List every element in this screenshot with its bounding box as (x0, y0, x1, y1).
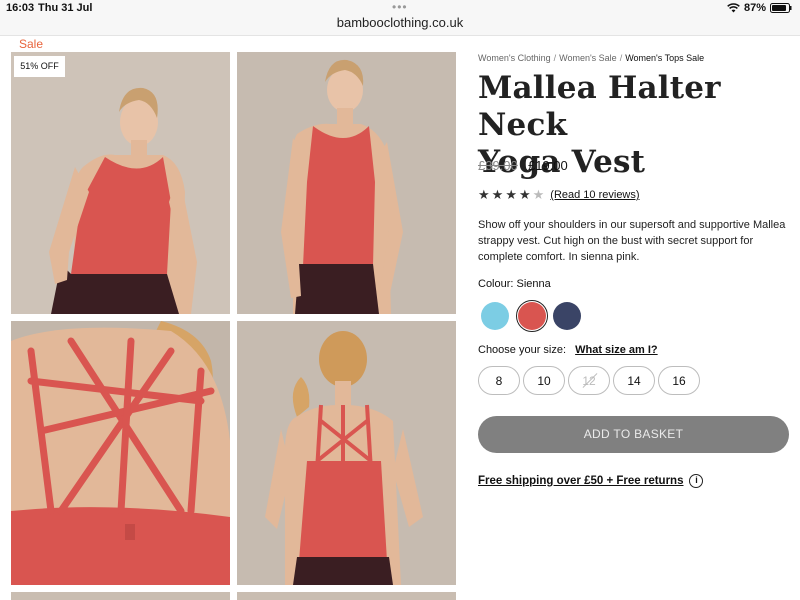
size-selection-label: Choose your size: What size am I? (478, 344, 658, 356)
product-photo-back-closeup[interactable] (11, 321, 230, 585)
read-reviews-link[interactable]: (Read 10 reviews) (550, 189, 639, 201)
star-icon: ★ (491, 187, 504, 202)
product-photo-back-standing[interactable] (237, 321, 456, 585)
product-photo-front-smiling[interactable] (11, 52, 230, 314)
colour-swatch-sienna[interactable] (518, 302, 546, 330)
star-icon: ★ (505, 187, 517, 202)
shipping-info: Free shipping over £50 + Free returns i (478, 474, 704, 488)
size-button-12-unavailable[interactable]: 12 (568, 366, 610, 395)
discount-badge: 51% OFF (14, 56, 65, 77)
size-button-14[interactable]: 14 (613, 366, 655, 395)
status-date: Thu 31 Jul (38, 2, 93, 14)
product-photo-front-standing[interactable] (237, 52, 456, 314)
add-to-basket-button[interactable]: ADD TO BASKET (478, 416, 789, 453)
star-icon: ★ (478, 187, 490, 202)
half-star-icon: ★ (532, 187, 545, 202)
shipping-returns-link[interactable]: Free shipping over £50 + Free returns (478, 475, 683, 487)
size-guide-link[interactable]: What size am I? (575, 344, 658, 356)
colour-swatch-navy[interactable] (553, 302, 581, 330)
read-reviews-label: (Read 10 reviews) (550, 189, 640, 201)
star-icon: ★ (518, 187, 531, 202)
address-bar-url[interactable]: bambooclothing.co.uk (0, 15, 800, 30)
product-title-line-1: Mallea Halter Neck (478, 70, 721, 143)
product-title: Mallea Halter Neck Yoga Vest (478, 70, 788, 181)
size-button-16[interactable]: 16 (658, 366, 700, 395)
status-indicators: 87% (727, 2, 792, 14)
more-options-icon[interactable]: ••• (392, 0, 408, 14)
rating: ★ ★ ★ ★ ★ (Read 10 reviews) (478, 188, 640, 202)
wifi-icon (727, 3, 740, 13)
size-label: Choose your size: (478, 344, 567, 356)
battery-icon (770, 3, 792, 13)
product-photo-5[interactable] (11, 592, 230, 600)
product-description: Show off your shoulders in our supersoft… (478, 219, 786, 263)
colour-value: Sienna (516, 278, 551, 290)
breadcrumb-separator: / (553, 53, 557, 63)
breadcrumb-womens-sale[interactable]: Women's Sale (559, 53, 617, 63)
sale-price: £19.00 (528, 158, 568, 173)
battery-percent: 87% (743, 2, 766, 14)
breadcrumb: Women's Clothing / Women's Sale / Women's To… (478, 53, 704, 63)
info-icon[interactable]: i (689, 474, 704, 488)
colour-swatch-sky-blue[interactable] (481, 302, 509, 330)
size-button-10[interactable]: 10 (523, 366, 565, 395)
colour-label: Colour: (478, 278, 514, 290)
original-price: £39.00 (478, 158, 518, 173)
breadcrumb-womens-clothing[interactable]: Women's Clothing (478, 53, 551, 63)
browser-status-bar: 16:03 Thu 31 Jul ••• bambooclothing.co.u… (0, 0, 800, 36)
breadcrumb-womens-tops-sale[interactable]: Women's Tops Sale (625, 53, 704, 63)
product-photo-6[interactable] (237, 592, 456, 600)
colour-selection-label: Colour: Sienna (478, 278, 551, 290)
size-button-8[interactable]: 8 (478, 366, 520, 395)
sale-label: Sale (19, 37, 44, 51)
status-time: 16:03 (6, 2, 35, 14)
breadcrumb-separator: / (619, 53, 623, 63)
